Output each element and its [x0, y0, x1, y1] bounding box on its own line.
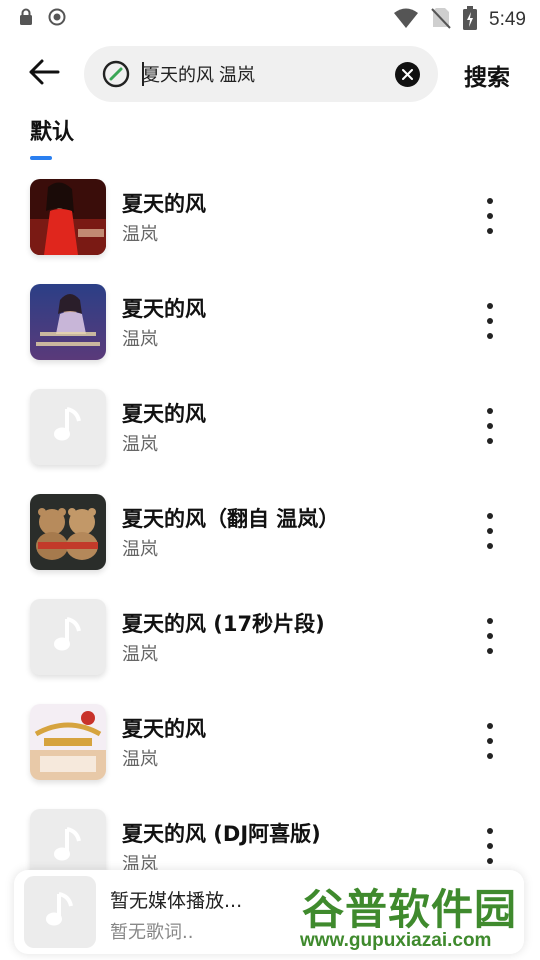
- watermark: 谷普软件园 www.gupuxiazai.com: [296, 874, 524, 954]
- album-cover: [30, 494, 106, 570]
- more-options-button[interactable]: [480, 618, 500, 654]
- more-vertical-icon: [487, 303, 493, 309]
- song-artist: 温岚: [122, 224, 158, 245]
- close-icon: [402, 65, 413, 84]
- more-options-button[interactable]: [480, 408, 500, 444]
- link-icon: [102, 60, 130, 88]
- wifi-icon: [393, 7, 419, 33]
- mini-player[interactable]: 暂无媒体播放... 暂无歌词.. 谷普软件园 www.gupuxiazai.co…: [14, 870, 524, 954]
- album-cover-placeholder: [30, 389, 106, 465]
- song-title: 夏天的风 (DJ阿喜版): [122, 822, 321, 846]
- album-cover: [30, 179, 106, 255]
- search-input[interactable]: [142, 60, 392, 88]
- record-icon: [48, 8, 66, 30]
- lock-icon: [18, 8, 34, 30]
- music-note-icon: [45, 890, 75, 934]
- player-title: 暂无媒体播放...: [110, 890, 243, 912]
- list-item[interactable]: 夏天的风 温岚: [0, 380, 540, 485]
- clear-search-button[interactable]: [395, 62, 420, 87]
- album-cover-placeholder: [30, 599, 106, 675]
- more-options-button[interactable]: [480, 303, 500, 339]
- more-vertical-icon: [487, 618, 493, 624]
- back-button[interactable]: [22, 54, 66, 94]
- results-list: 夏天的风 温岚 夏天的风 温岚 夏天的风 温岚 夏天的风（翻自 温岚） 温岚 夏…: [0, 170, 540, 905]
- song-artist: 温岚: [122, 539, 158, 560]
- more-vertical-icon: [487, 408, 493, 414]
- tab-indicator: [30, 156, 52, 160]
- search-box[interactable]: [84, 46, 438, 102]
- player-cover-placeholder: [24, 876, 96, 948]
- list-item[interactable]: 夏天的风（翻自 温岚） 温岚: [0, 485, 540, 590]
- song-title: 夏天的风: [122, 192, 206, 216]
- more-vertical-icon: [487, 723, 493, 729]
- music-note-icon: [53, 615, 83, 659]
- battery-icon: [463, 6, 478, 34]
- text-cursor: [142, 62, 144, 86]
- song-title: 夏天的风（翻自 温岚）: [122, 507, 340, 531]
- more-vertical-icon: [487, 513, 493, 519]
- watermark-url: www.gupuxiazai.com: [300, 930, 492, 951]
- status-bar: 5:49: [0, 0, 540, 38]
- list-item[interactable]: 夏天的风 温岚: [0, 275, 540, 380]
- more-options-button[interactable]: [480, 513, 500, 549]
- list-item[interactable]: 夏天的风 温岚: [0, 170, 540, 275]
- watermark-text: 谷普软件园: [302, 886, 518, 933]
- song-title: 夏天的风 (17秒片段): [122, 612, 325, 636]
- album-cover: [30, 704, 106, 780]
- more-options-button[interactable]: [480, 723, 500, 759]
- more-options-button[interactable]: [480, 828, 500, 864]
- player-lyrics: 暂无歌词..: [110, 922, 194, 943]
- clock-time: 5:49: [489, 9, 526, 30]
- more-options-button[interactable]: [480, 198, 500, 234]
- more-vertical-icon: [487, 828, 493, 834]
- album-cover: [30, 284, 106, 360]
- tab-default[interactable]: 默认: [30, 114, 75, 160]
- music-note-icon: [53, 405, 83, 449]
- song-artist: 温岚: [122, 329, 158, 350]
- arrow-left-icon: [28, 58, 60, 90]
- song-artist: 温岚: [122, 434, 158, 455]
- tab-label: 默认: [30, 120, 75, 145]
- no-sim-icon: [431, 7, 451, 33]
- more-vertical-icon: [487, 198, 493, 204]
- search-header: 搜索: [0, 44, 540, 104]
- song-artist: 温岚: [122, 749, 158, 770]
- music-note-icon: [53, 825, 83, 869]
- list-item[interactable]: 夏天的风 温岚: [0, 695, 540, 800]
- song-title: 夏天的风: [122, 717, 206, 741]
- song-title: 夏天的风: [122, 402, 206, 426]
- search-button[interactable]: 搜索: [464, 58, 510, 92]
- song-artist: 温岚: [122, 644, 158, 665]
- song-title: 夏天的风: [122, 297, 206, 321]
- list-item[interactable]: 夏天的风 (17秒片段) 温岚: [0, 590, 540, 695]
